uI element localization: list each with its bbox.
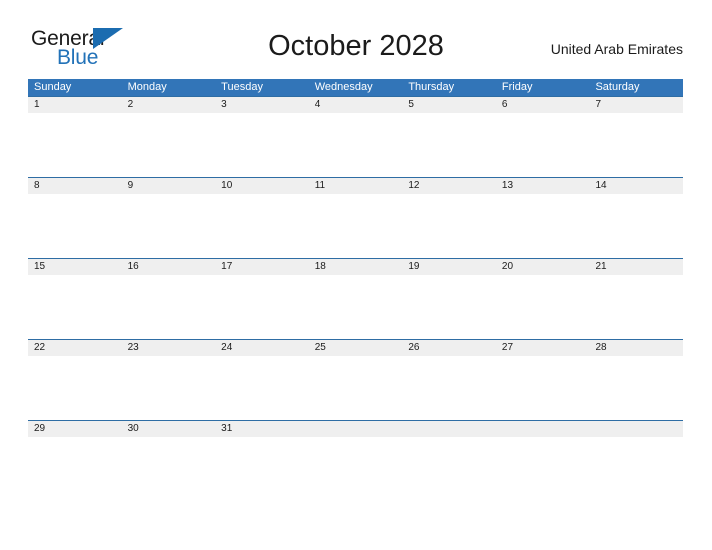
day-cell-empty bbox=[402, 421, 496, 437]
week-date-band: 22 23 24 25 26 27 28 bbox=[28, 340, 683, 356]
day-cell[interactable]: 24 bbox=[215, 340, 309, 356]
day-cell[interactable]: 4 bbox=[309, 97, 403, 113]
day-cell[interactable]: 9 bbox=[122, 178, 216, 194]
weekday-header-sunday: Sunday bbox=[34, 81, 72, 93]
day-cell[interactable]: 18 bbox=[309, 259, 403, 275]
day-cell[interactable]: 1 bbox=[28, 97, 122, 113]
weekday-header-tuesday: Tuesday bbox=[221, 81, 263, 93]
calendar-week-row: 15 16 17 18 19 20 21 bbox=[28, 258, 683, 339]
day-cell[interactable]: 2 bbox=[122, 97, 216, 113]
weekday-header-friday: Friday bbox=[501, 81, 533, 93]
weekday-header-row: Sunday Monday Tuesday Wednesday Thursday… bbox=[28, 79, 683, 96]
weekday-header-saturday: Saturday bbox=[595, 81, 640, 93]
day-cell[interactable]: 13 bbox=[496, 178, 590, 194]
day-cell[interactable]: 28 bbox=[589, 340, 683, 356]
weekday-header-thursday: Thursday bbox=[408, 81, 455, 93]
week-notes-area[interactable] bbox=[28, 113, 683, 177]
day-cell[interactable]: 20 bbox=[496, 259, 590, 275]
day-cell[interactable]: 12 bbox=[402, 178, 496, 194]
calendar-week-row: 8 9 10 11 12 13 14 bbox=[28, 177, 683, 258]
day-cell[interactable]: 21 bbox=[589, 259, 683, 275]
week-date-band: 1 2 3 4 5 6 7 bbox=[28, 97, 683, 113]
calendar-week-row: 1 2 3 4 5 6 7 bbox=[28, 96, 683, 177]
day-cell[interactable]: 8 bbox=[28, 178, 122, 194]
week-date-band: 29 30 31 bbox=[28, 421, 683, 437]
day-cell-empty bbox=[496, 421, 590, 437]
day-cell[interactable]: 10 bbox=[215, 178, 309, 194]
day-cell-empty bbox=[589, 421, 683, 437]
week-notes-area[interactable] bbox=[28, 437, 683, 501]
day-cell[interactable]: 5 bbox=[402, 97, 496, 113]
day-cell[interactable]: 29 bbox=[28, 421, 122, 437]
day-cell[interactable]: 14 bbox=[589, 178, 683, 194]
day-cell[interactable]: 15 bbox=[28, 259, 122, 275]
day-cell[interactable]: 11 bbox=[309, 178, 403, 194]
week-date-band: 15 16 17 18 19 20 21 bbox=[28, 259, 683, 275]
day-cell[interactable]: 6 bbox=[496, 97, 590, 113]
day-cell[interactable]: 16 bbox=[122, 259, 216, 275]
week-notes-area[interactable] bbox=[28, 356, 683, 420]
day-cell[interactable]: 25 bbox=[309, 340, 403, 356]
calendar-week-row: 22 23 24 25 26 27 28 bbox=[28, 339, 683, 420]
week-date-band: 8 9 10 11 12 13 14 bbox=[28, 178, 683, 194]
weekday-header-monday: Monday bbox=[127, 81, 167, 93]
day-cell[interactable]: 22 bbox=[28, 340, 122, 356]
day-cell[interactable]: 3 bbox=[215, 97, 309, 113]
day-cell-empty bbox=[309, 421, 403, 437]
day-cell[interactable]: 7 bbox=[589, 97, 683, 113]
day-cell[interactable]: 23 bbox=[122, 340, 216, 356]
day-cell[interactable]: 27 bbox=[496, 340, 590, 356]
week-notes-area[interactable] bbox=[28, 194, 683, 258]
weekday-header-wednesday: Wednesday bbox=[314, 81, 373, 93]
calendar-week-row: 29 30 31 bbox=[28, 420, 683, 501]
day-cell[interactable]: 19 bbox=[402, 259, 496, 275]
calendar-grid: Sunday Monday Tuesday Wednesday Thursday… bbox=[28, 79, 683, 501]
day-cell[interactable]: 17 bbox=[215, 259, 309, 275]
day-cell[interactable]: 31 bbox=[215, 421, 309, 437]
page-header: General Blue October 2028 United Arab Em… bbox=[0, 0, 712, 68]
week-notes-area[interactable] bbox=[28, 275, 683, 339]
locale-label: United Arab Emirates bbox=[550, 41, 683, 57]
day-cell[interactable]: 30 bbox=[122, 421, 216, 437]
day-cell[interactable]: 26 bbox=[402, 340, 496, 356]
